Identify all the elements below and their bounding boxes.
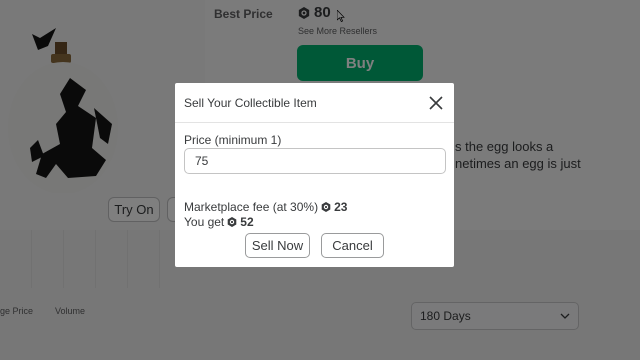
modal-title: Sell Your Collectible Item xyxy=(184,95,317,110)
you-get-label: You get xyxy=(184,215,225,229)
sell-item-modal: Sell Your Collectible Item Price (minimu… xyxy=(175,83,454,267)
fee-value: 23 xyxy=(334,200,348,214)
you-get: You get 52 xyxy=(184,215,254,229)
you-get-value: 52 xyxy=(240,215,254,229)
price-label: Price (minimum 1) xyxy=(184,133,282,147)
modal-header: Sell Your Collectible Item xyxy=(175,83,454,123)
cancel-button[interactable]: Cancel xyxy=(321,233,384,258)
close-icon xyxy=(429,95,443,110)
marketplace-fee: Marketplace fee (at 30%) 23 xyxy=(184,200,347,214)
close-button[interactable] xyxy=(428,95,444,111)
price-input[interactable] xyxy=(184,148,446,174)
fee-label: Marketplace fee (at 30%) xyxy=(184,200,319,214)
robux-icon xyxy=(227,217,237,227)
sell-now-button[interactable]: Sell Now xyxy=(245,233,310,258)
robux-icon xyxy=(321,202,331,212)
